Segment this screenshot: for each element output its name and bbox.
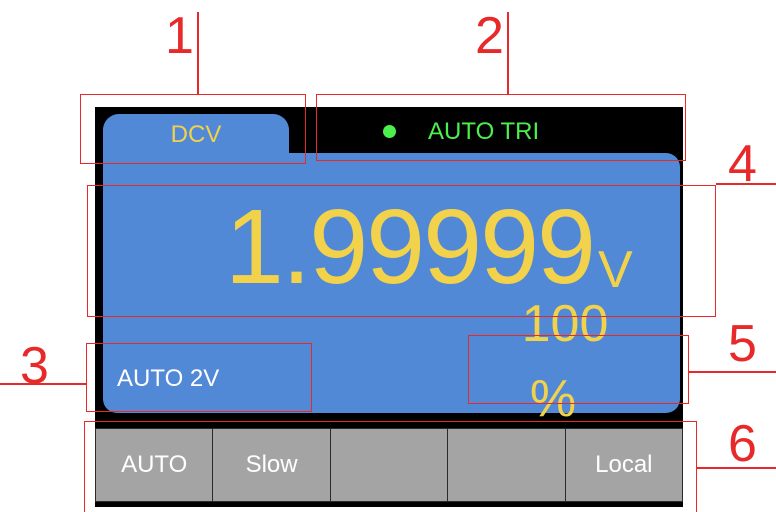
callout-number-1: 1 (165, 7, 194, 65)
callout-box-3 (86, 343, 312, 412)
callout-number-6: 6 (728, 415, 757, 473)
callout-box-2 (316, 94, 686, 161)
callout-box-4 (87, 185, 716, 317)
callout-box-5 (468, 335, 689, 404)
callout-number-2: 2 (475, 7, 504, 65)
callout-number-5: 5 (728, 315, 757, 373)
callout-line-2 (507, 12, 509, 94)
callout-line-1 (197, 12, 199, 94)
callout-number-3: 3 (20, 337, 49, 395)
callout-box-1 (80, 94, 306, 164)
callout-number-4: 4 (728, 135, 757, 193)
annotated-meter-display: DCV AUTO TRI 1.99999 V AUTO 2V 100 % AUT… (0, 0, 776, 512)
callout-box-6 (84, 421, 697, 512)
